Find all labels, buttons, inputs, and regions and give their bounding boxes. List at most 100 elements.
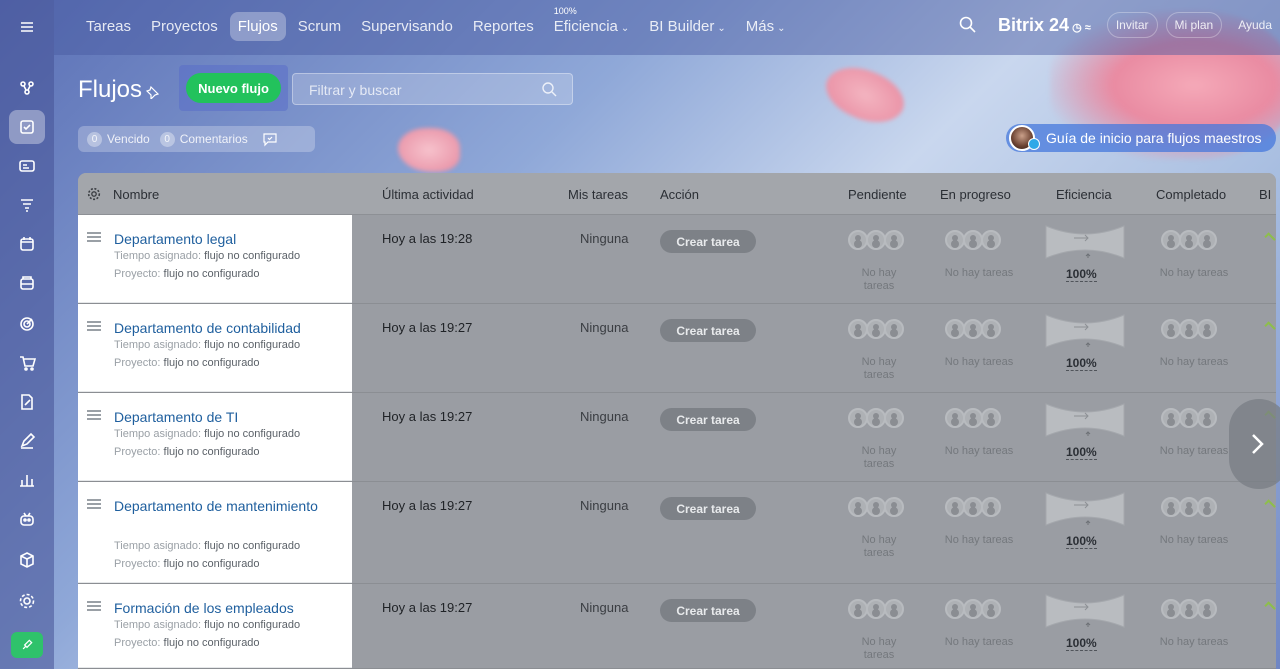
cart-icon[interactable] xyxy=(9,346,45,380)
efficiency-value[interactable]: 100% xyxy=(1066,267,1097,282)
pending-no-tasks: No hay tareas xyxy=(861,534,897,559)
sign-document-icon[interactable] xyxy=(9,385,45,419)
robot-icon[interactable] xyxy=(9,502,45,536)
table-row[interactable]: Departamento de contabilidad Tiempo asig… xyxy=(78,304,1276,393)
in-progress-avatars[interactable] xyxy=(945,319,1001,339)
user-avatar-icon xyxy=(884,497,904,517)
calendar-icon[interactable] xyxy=(9,227,45,261)
drag-handle-icon[interactable] xyxy=(87,499,101,509)
table-row[interactable]: Formación de los empleados Tiempo asigna… xyxy=(78,584,1276,669)
in-progress-avatars[interactable] xyxy=(945,408,1001,428)
feed-icon[interactable] xyxy=(9,71,45,105)
table-row[interactable]: Departamento legal Tiempo asignado: fluj… xyxy=(78,215,1276,304)
chevron-up-icon[interactable] xyxy=(1264,601,1276,613)
column-header-completed[interactable]: Completado xyxy=(1156,187,1226,202)
create-task-button[interactable]: Crear tarea xyxy=(660,497,756,520)
flow-name-link[interactable]: Departamento de contabilidad xyxy=(114,317,334,340)
search-input[interactable]: Filtrar y buscar xyxy=(292,73,573,105)
flow-name-link[interactable]: Departamento de mantenimiento xyxy=(114,495,334,518)
drag-handle-icon[interactable] xyxy=(87,232,101,242)
scroll-right-button[interactable] xyxy=(1229,399,1280,489)
pending-avatars[interactable] xyxy=(848,319,904,339)
completed-avatars[interactable] xyxy=(1161,230,1217,250)
in-progress-avatars[interactable] xyxy=(945,230,1001,250)
nav-scrum[interactable]: Scrum xyxy=(290,12,349,41)
drag-handle-icon[interactable] xyxy=(87,321,101,331)
crm-icon[interactable] xyxy=(9,149,45,183)
cube-icon[interactable] xyxy=(9,543,45,577)
completed-avatars[interactable] xyxy=(1161,497,1217,517)
gear-icon[interactable] xyxy=(87,187,101,201)
filter-stack-icon[interactable] xyxy=(9,188,45,222)
efficiency-value[interactable]: 100% xyxy=(1066,356,1097,371)
column-header-in-progress[interactable]: En progreso xyxy=(940,187,1011,202)
table-row[interactable]: Departamento de TI Tiempo asignado: fluj… xyxy=(78,393,1276,482)
drag-handle-icon[interactable] xyxy=(87,410,101,420)
nav-more[interactable]: Más ⌄ xyxy=(738,12,794,41)
chat-check-icon[interactable] xyxy=(262,131,278,147)
flow-name-link[interactable]: Formación de los empleados xyxy=(114,597,334,620)
search-icon[interactable] xyxy=(541,81,558,98)
nav-flows[interactable]: Flujos xyxy=(229,12,286,41)
settings-icon[interactable] xyxy=(9,584,45,618)
completed-no-tasks: No hay tareas xyxy=(1159,636,1229,648)
efficiency-value[interactable]: 100% xyxy=(1066,636,1097,651)
pending-avatars[interactable] xyxy=(848,497,904,517)
nav-projects[interactable]: Proyectos xyxy=(143,12,226,41)
search-icon[interactable] xyxy=(958,15,978,35)
drag-handle-icon[interactable] xyxy=(87,601,101,611)
pin-icon[interactable] xyxy=(146,85,160,99)
efficiency-value[interactable]: 100% xyxy=(1066,534,1097,549)
column-header-action[interactable]: Acción xyxy=(660,187,699,202)
new-flow-button[interactable]: Nuevo flujo xyxy=(186,73,281,103)
completed-avatars[interactable] xyxy=(1161,408,1217,428)
pen-icon[interactable] xyxy=(9,424,45,458)
pending-avatars[interactable] xyxy=(848,408,904,428)
efficiency-value[interactable]: 100% xyxy=(1066,445,1097,460)
chevron-up-icon[interactable] xyxy=(1264,499,1276,511)
table-row[interactable]: Departamento de mantenimiento Tiempo asi… xyxy=(78,482,1276,584)
nav-tasks[interactable]: Tareas xyxy=(78,12,139,41)
chevron-up-icon[interactable] xyxy=(1264,321,1276,333)
create-task-button[interactable]: Crear tarea xyxy=(660,230,756,253)
counter-label: Comentarios xyxy=(179,132,248,146)
invite-button[interactable]: Invitar xyxy=(1106,12,1158,38)
my-plan-button[interactable]: Mi plan xyxy=(1165,12,1223,38)
completed-no-tasks: No hay tareas xyxy=(1159,356,1229,368)
nav-reports[interactable]: Reportes xyxy=(465,12,542,41)
tasks-icon[interactable] xyxy=(9,110,45,144)
flow-name-link[interactable]: Departamento de TI xyxy=(114,406,334,429)
storage-icon[interactable] xyxy=(9,266,45,300)
analytics-icon[interactable] xyxy=(9,463,45,497)
pending-avatars[interactable] xyxy=(848,230,904,250)
last-activity: Hoy a las 19:27 xyxy=(382,320,473,335)
pending-avatars[interactable] xyxy=(848,599,904,619)
create-task-button[interactable]: Crear tarea xyxy=(660,408,756,431)
flow-name-link[interactable]: Departamento legal xyxy=(114,228,334,251)
completed-avatars[interactable] xyxy=(1161,599,1217,619)
nav-bi-builder[interactable]: BI Builder ⌄ xyxy=(641,12,733,41)
menu-icon[interactable] xyxy=(9,10,45,44)
column-header-my-tasks[interactable]: Mis tareas xyxy=(568,187,628,202)
nav-efficiency[interactable]: 100% Eficiencia ⌄ xyxy=(546,6,638,41)
chevron-up-icon[interactable] xyxy=(1264,232,1276,244)
create-task-button[interactable]: Crear tarea xyxy=(660,599,756,622)
column-header-efficiency[interactable]: Eficiencia xyxy=(1056,187,1112,202)
create-task-button[interactable]: Crear tarea xyxy=(660,319,756,342)
column-header-activity[interactable]: Última actividad xyxy=(382,187,474,202)
column-header-bi[interactable]: BI xyxy=(1259,187,1271,202)
counter-comments[interactable]: 0 Comentarios xyxy=(159,131,248,147)
counter-overdue[interactable]: 0 Vencido xyxy=(87,131,150,147)
user-avatar-icon xyxy=(1161,319,1181,339)
completed-avatars[interactable] xyxy=(1161,319,1217,339)
start-guide-button[interactable]: Guía de inicio para flujos maestros xyxy=(1006,124,1276,152)
column-header-pending[interactable]: Pendiente xyxy=(848,187,907,202)
in-progress-avatars[interactable] xyxy=(945,497,1001,517)
in-progress-avatars[interactable] xyxy=(945,599,1001,619)
rocket-icon[interactable] xyxy=(11,632,43,658)
time-assigned: Tiempo asignado: flujo no configurado xyxy=(114,540,300,552)
target-icon[interactable] xyxy=(9,307,45,341)
column-header-name[interactable]: Nombre xyxy=(113,187,159,202)
help-button[interactable]: Ayuda xyxy=(1230,13,1280,37)
nav-supervising[interactable]: Supervisando xyxy=(353,12,461,41)
